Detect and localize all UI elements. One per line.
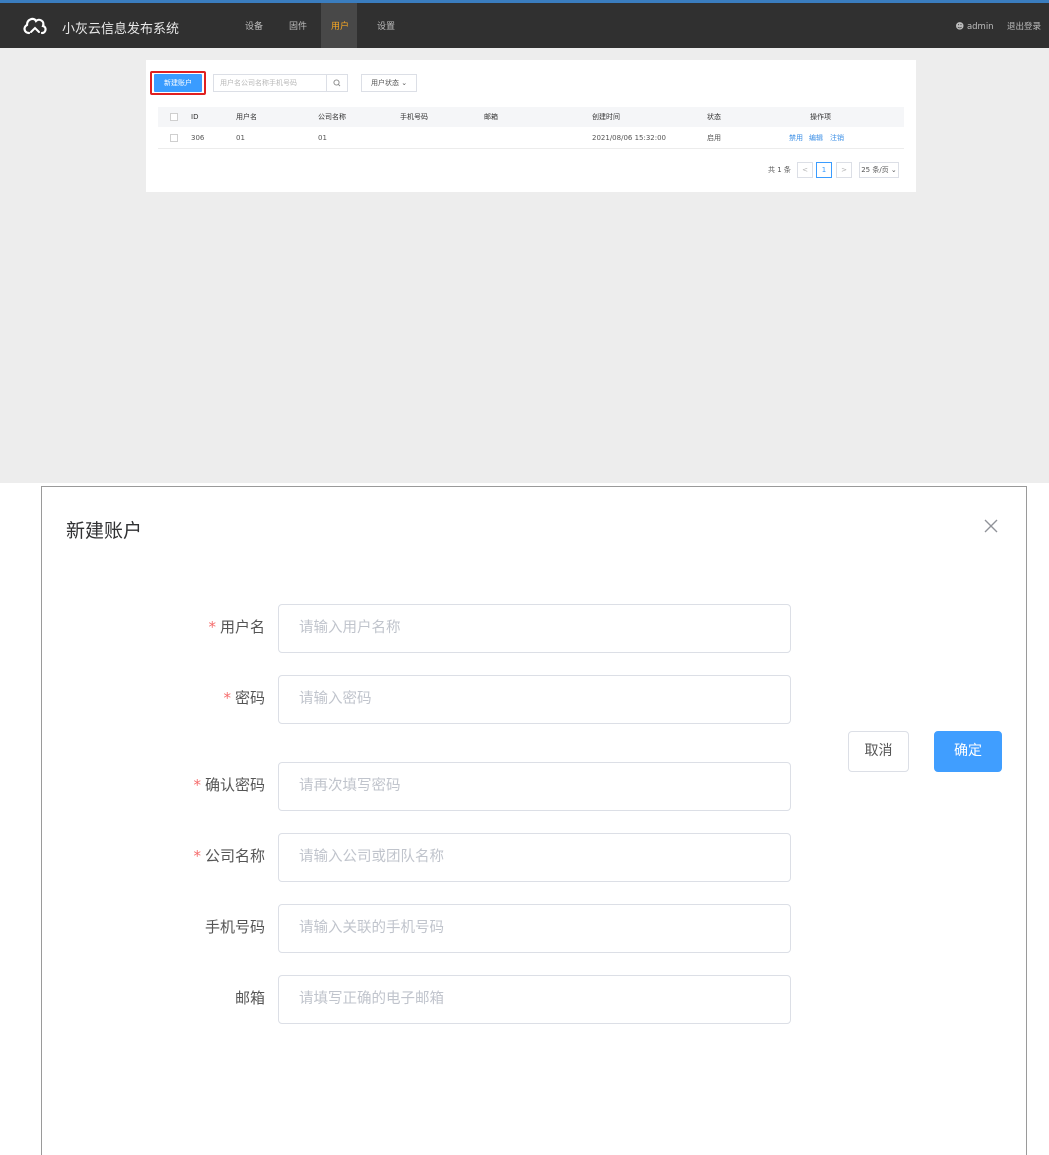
app-title: 小灰云信息发布系统 [62,22,180,37]
col-company: 公司名称 [318,113,346,121]
col-id: ID [191,113,199,121]
nav-devices[interactable]: 设备 [245,19,263,32]
company-label: * 公司名称 [193,847,265,865]
col-actions: 操作项 [810,113,831,121]
password-field[interactable]: 请输入密码 [278,675,791,724]
nav-users[interactable]: 用户 [331,19,349,32]
user-list-card: 新建账户 用户名公司名称手机号码 用户状态 ⌄ ID 用户名 公司名称 手机号码… [146,60,916,192]
new-account-dialog: 新建账户 * 用户名 请输入用户名称 * 密码 请输入密码 * 确认密码 请再次填写密… [41,486,1027,1155]
chevron-down-icon: ⌄ [890,166,897,174]
pagination-total: 共 1 条 [768,166,791,174]
current-page-button[interactable]: 1 [816,162,832,178]
phone-label: 手机号码 [204,918,265,936]
username-field[interactable]: 请输入用户名称 [278,604,791,653]
navbar: 小灰云信息发布系统 设备 固件 用户 设置 ☻ admin 退出登录 [0,3,1049,48]
username-label: * 用户名 [208,618,265,636]
cell-company: 01 [318,134,327,142]
page-size-label: 25 条/页 [861,166,889,174]
confirm-password-label: * 确认密码 [193,776,265,794]
col-created: 创建时间 [592,113,620,121]
dialog-cancel-button[interactable]: 取消 [848,731,909,772]
table-header: ID 用户名 公司名称 手机号码 邮箱 创建时间 状态 操作项 [158,107,904,127]
dialog-title: 新建账户 [66,520,143,542]
nav-settings[interactable]: 设置 [377,19,395,32]
deactivate-link[interactable]: 注销 [830,127,844,149]
app-screenshot: 小灰云信息发布系统 设备 固件 用户 设置 ☻ admin 退出登录 新建账户 … [0,0,1049,483]
search-button[interactable] [326,74,348,92]
edit-link[interactable]: 编辑 [809,127,823,149]
cloud-logo-icon [23,17,47,35]
select-all-checkbox[interactable] [170,113,178,121]
status-filter-label: 用户状态 [371,79,399,87]
user-area: ☻ admin 退出登录 [955,20,1041,32]
form-row-email: 邮箱 请填写正确的电子邮箱 [42,975,1028,1025]
row-checkbox[interactable] [170,134,178,142]
close-icon[interactable] [981,516,1001,536]
email-label: 邮箱 [234,989,265,1007]
disable-link[interactable]: 禁用 [789,127,803,149]
form-row-phone: 手机号码 请输入关联的手机号码 [42,904,1028,954]
search-input[interactable]: 用户名公司名称手机号码 [213,74,327,92]
page-size-select[interactable]: 25 条/页 ⌄ [859,162,899,178]
col-email: 邮箱 [484,113,498,121]
confirm-password-field[interactable]: 请再次填写密码 [278,762,791,811]
search-icon [333,79,341,87]
table-row: 306 01 01 2021/08/06 15:32:00 启用 禁用 编辑 注… [158,127,904,149]
col-status: 状态 [707,113,721,121]
form-row-password: * 密码 请输入密码 [42,675,1028,725]
cell-id: 306 [191,134,205,142]
form-row-company: * 公司名称 请输入公司或团队名称 [42,833,1028,883]
col-username: 用户名 [236,113,257,121]
status-filter-select[interactable]: 用户状态 ⌄ [361,74,417,92]
cell-status: 启用 [707,134,721,142]
password-label: * 密码 [223,689,265,707]
form-row-username: * 用户名 请输入用户名称 [42,604,1028,654]
new-account-button[interactable]: 新建账户 [154,74,202,92]
chevron-down-icon: ⌄ [401,79,408,87]
username[interactable]: admin [967,22,994,32]
phone-field[interactable]: 请输入关联的手机号码 [278,904,791,953]
company-field[interactable]: 请输入公司或团队名称 [278,833,791,882]
nav-firmware[interactable]: 固件 [289,19,307,32]
prev-page-button[interactable]: < [797,162,813,178]
cell-username: 01 [236,134,245,142]
user-icon: ☻ [955,22,965,32]
logout-link[interactable]: 退出登录 [1007,22,1041,32]
next-page-button[interactable]: > [836,162,852,178]
cell-created: 2021/08/06 15:32:00 [592,134,667,142]
col-phone: 手机号码 [400,113,428,121]
email-field[interactable]: 请填写正确的电子邮箱 [278,975,791,1024]
confirm-button[interactable]: 确定 [934,731,1002,772]
